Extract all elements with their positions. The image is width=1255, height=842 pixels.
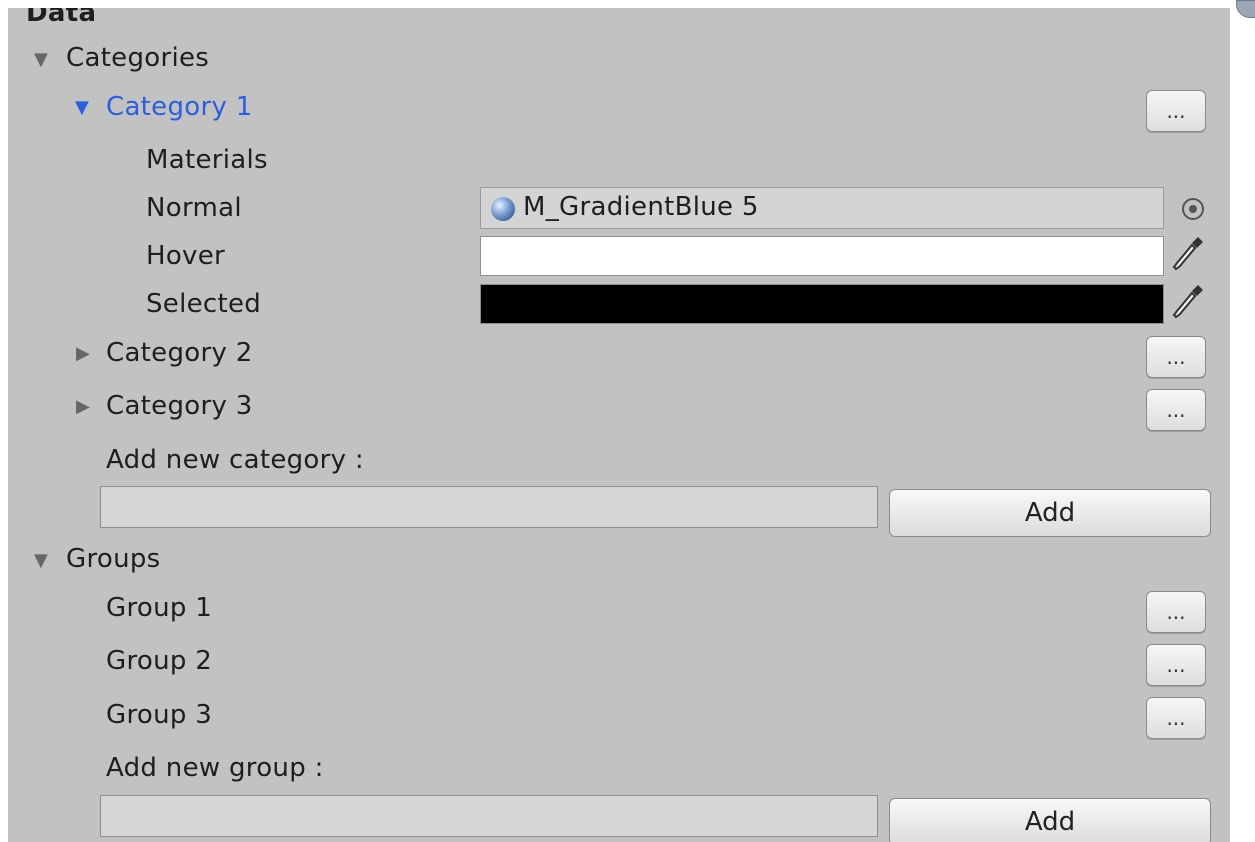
section-title: Data bbox=[26, 8, 97, 28]
selected-color-field[interactable] bbox=[480, 284, 1164, 324]
triangle-down-icon[interactable]: ▼ bbox=[75, 98, 89, 118]
category-label[interactable]: Category 2 bbox=[106, 338, 253, 368]
add-group-button[interactable]: Add bbox=[889, 798, 1211, 842]
group-label[interactable]: Group 2 bbox=[106, 646, 212, 676]
hover-color-field[interactable] bbox=[480, 236, 1164, 276]
group-label[interactable]: Group 1 bbox=[106, 593, 212, 623]
triangle-down-icon[interactable]: ▼ bbox=[34, 50, 48, 70]
category-label[interactable]: Category 3 bbox=[106, 391, 253, 421]
groups-header[interactable]: Groups bbox=[66, 544, 161, 574]
group-options-button[interactable]: ... bbox=[1146, 697, 1206, 739]
category-label[interactable]: Category 1 bbox=[106, 92, 253, 122]
new-group-input[interactable] bbox=[100, 795, 878, 837]
object-picker-icon[interactable] bbox=[1182, 198, 1204, 220]
group-label[interactable]: Group 3 bbox=[106, 700, 212, 730]
group-options-button[interactable]: ... bbox=[1146, 591, 1206, 633]
triangle-right-icon[interactable]: ▶ bbox=[76, 344, 90, 364]
eyedropper-icon[interactable] bbox=[1170, 282, 1206, 324]
triangle-right-icon[interactable]: ▶ bbox=[76, 397, 90, 417]
scrollbar-area[interactable] bbox=[1230, 0, 1255, 842]
categories-header[interactable]: Categories bbox=[66, 43, 209, 73]
normal-label: Normal bbox=[146, 193, 242, 223]
inspector-panel: Data ▼ Categories ▼ Category 1 ... Mater… bbox=[8, 8, 1230, 842]
normal-material-value: M_GradientBlue 5 bbox=[523, 192, 759, 222]
group-options-button[interactable]: ... bbox=[1146, 644, 1206, 686]
hover-label: Hover bbox=[146, 241, 226, 271]
add-category-button[interactable]: Add bbox=[889, 489, 1211, 537]
materials-label: Materials bbox=[146, 145, 268, 175]
eyedropper-icon[interactable] bbox=[1170, 234, 1206, 276]
category-options-button[interactable]: ... bbox=[1146, 389, 1206, 431]
selected-label: Selected bbox=[146, 289, 262, 319]
add-category-label: Add new category : bbox=[106, 445, 364, 475]
new-category-input[interactable] bbox=[100, 486, 878, 528]
material-sphere-icon bbox=[491, 197, 515, 221]
category-options-button[interactable]: ... bbox=[1146, 90, 1206, 132]
triangle-down-icon[interactable]: ▼ bbox=[34, 551, 48, 571]
category-options-button[interactable]: ... bbox=[1146, 336, 1206, 378]
add-group-label: Add new group : bbox=[106, 753, 324, 783]
normal-material-field[interactable]: M_GradientBlue 5 bbox=[480, 187, 1164, 229]
